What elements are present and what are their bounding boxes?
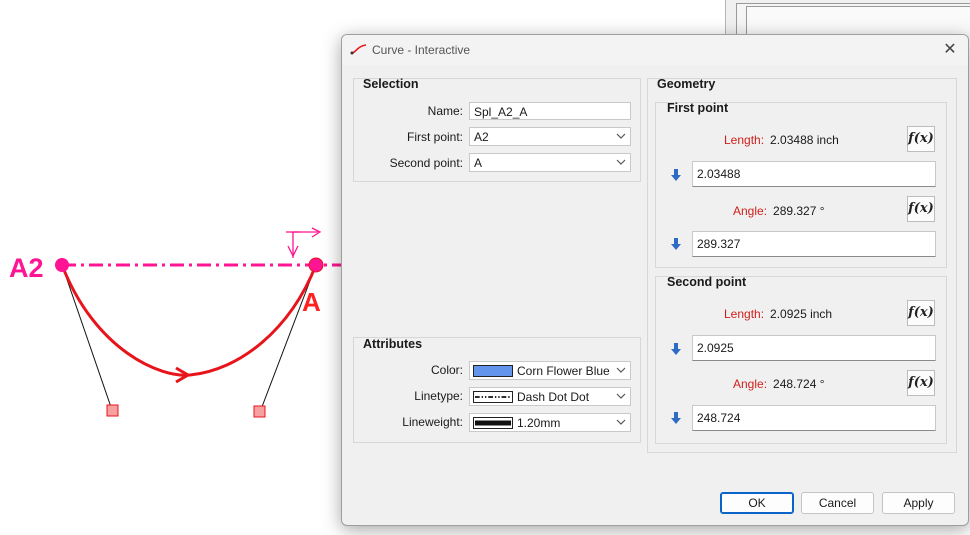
linetype-label: Linetype:: [414, 389, 463, 403]
dialog-title: Curve - Interactive: [372, 43, 471, 57]
name-field[interactable]: Spl_A2_A: [469, 102, 631, 120]
control-handle-a2[interactable]: [106, 404, 119, 417]
name-label: Name:: [427, 104, 463, 118]
first-point-group-title: First point: [667, 101, 729, 115]
close-button[interactable]: ✕: [940, 41, 960, 59]
arrow-down-icon[interactable]: [670, 411, 682, 425]
apply-button[interactable]: Apply: [882, 492, 955, 514]
first-point-label: First point:: [406, 130, 463, 144]
arrow-down-icon[interactable]: [670, 168, 682, 182]
first-angle-readout: Angle: 289.327 °: [733, 204, 825, 218]
linetype-select[interactable]: Dash Dot Dot: [469, 387, 631, 406]
second-length-label: Length:: [724, 307, 765, 321]
chevron-down-icon: [616, 419, 626, 425]
attributes-group-title: Attributes: [363, 337, 423, 351]
first-angle-label: Angle:: [733, 204, 768, 218]
first-length-readout: Length: 2.03488 inch: [724, 133, 839, 147]
linetype-value: Dash Dot Dot: [517, 390, 590, 404]
first-angle-value: 289.327 °: [773, 204, 825, 218]
first-angle-input[interactable]: 289.327: [692, 231, 936, 257]
first-point-value: A2: [474, 130, 489, 144]
second-point-label: Second point:: [389, 156, 463, 170]
second-point-group-title: Second point: [667, 275, 747, 289]
point-label-a2: A2: [9, 253, 44, 283]
first-length-label: Length:: [724, 133, 765, 147]
first-length-input[interactable]: 2.03488: [692, 161, 936, 187]
chevron-down-icon: [616, 393, 626, 399]
second-point-value: A: [474, 156, 483, 170]
first-angle-fx-button[interactable]: f(x): [907, 196, 935, 222]
spline-curve[interactable]: [60, 264, 318, 377]
second-length-input[interactable]: 2.0925: [692, 335, 936, 361]
first-length-value: 2.03488 inch: [770, 133, 839, 147]
lineweight-value: 1.20mm: [517, 416, 561, 430]
color-select[interactable]: Corn Flower Blue: [469, 361, 631, 380]
curve-icon: [350, 44, 367, 55]
lineweight-label: Lineweight:: [402, 415, 463, 429]
point-label-a: A: [302, 287, 321, 317]
curve-interactive-dialog: Curve - Interactive ✕ Selection Name: Sp…: [341, 34, 969, 526]
chevron-down-icon: [616, 133, 626, 139]
second-angle-value: 248.724 °: [773, 377, 825, 391]
second-length-readout: Length: 2.0925 inch: [724, 307, 832, 321]
control-handle-a[interactable]: [253, 405, 266, 418]
tangent-line-a2: [61, 264, 113, 411]
lineweight-swatch: [473, 417, 513, 429]
second-angle-label: Angle:: [733, 377, 768, 391]
geometry-group-title: Geometry: [657, 77, 716, 91]
function-icon: f(x): [908, 131, 934, 146]
lineweight-select[interactable]: 1.20mm: [469, 413, 631, 432]
ok-button[interactable]: OK: [720, 492, 794, 514]
arrow-down-icon[interactable]: [670, 237, 682, 251]
axes-glyph-icon: [286, 227, 322, 258]
cancel-button[interactable]: Cancel: [801, 492, 874, 514]
second-angle-input[interactable]: 248.724: [692, 405, 936, 431]
second-angle-fx-button[interactable]: f(x): [907, 370, 935, 396]
close-icon: ✕: [943, 41, 957, 58]
first-point-select[interactable]: A2: [469, 127, 631, 146]
second-length-fx-button[interactable]: f(x): [907, 300, 935, 326]
second-length-value: 2.0925 inch: [770, 307, 833, 321]
color-value: Corn Flower Blue: [517, 364, 610, 378]
function-icon: f(x): [908, 375, 934, 390]
linetype-swatch: [473, 391, 513, 403]
function-icon: f(x): [908, 201, 934, 216]
second-point-select[interactable]: A: [469, 153, 631, 172]
chevron-down-icon: [616, 159, 626, 165]
selection-group-title: Selection: [363, 77, 419, 91]
point-a-marker[interactable]: [308, 257, 324, 273]
point-a2-marker[interactable]: [55, 258, 69, 272]
second-angle-readout: Angle: 248.724 °: [733, 377, 825, 391]
color-swatch: [473, 365, 513, 377]
color-label: Color:: [430, 363, 463, 377]
chevron-down-icon: [616, 367, 626, 373]
arrow-down-icon[interactable]: [670, 342, 682, 356]
dialog-titlebar[interactable]: Curve - Interactive ✕: [342, 35, 968, 65]
function-icon: f(x): [908, 305, 934, 320]
first-length-fx-button[interactable]: f(x): [907, 126, 935, 152]
